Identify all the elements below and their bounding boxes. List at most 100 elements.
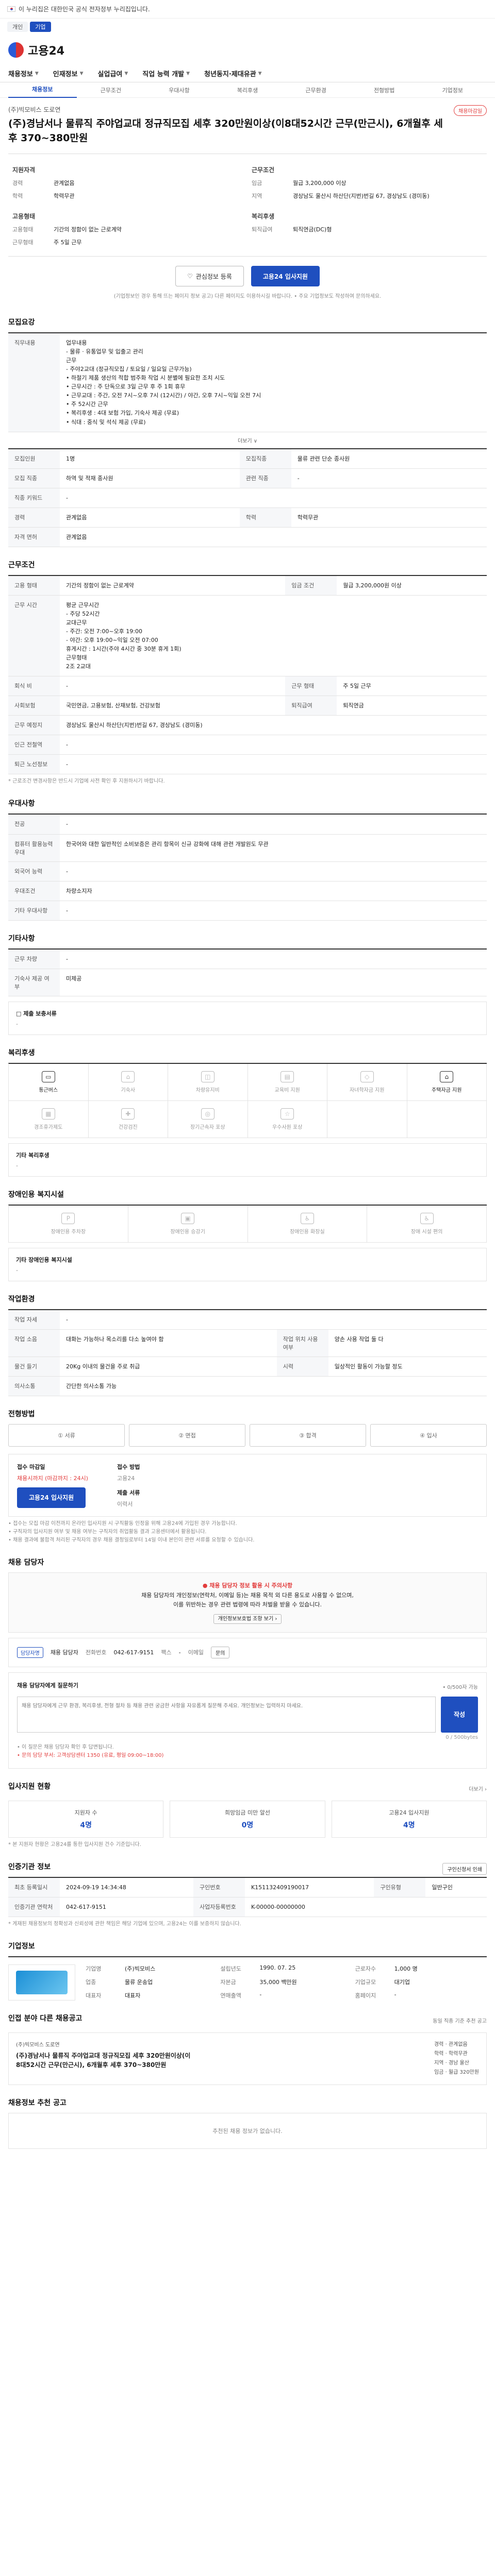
nav-item-youth[interactable]: 청년동지·제대유관 ▼ — [204, 69, 262, 78]
star-icon: ☆ — [280, 1108, 294, 1120]
section-pref: 우대사항 전공 - 컴퓨터 활용능력 우대 한국어와 대한 일반적인 소비보증은 관… — [8, 786, 487, 921]
stats-more-link[interactable]: 더보기 › — [469, 1785, 487, 1792]
welfare-item: ✚ 건강검진 — [88, 1100, 168, 1138]
summary-type-title: 고용형태 — [12, 213, 36, 221]
section-work: 근무조건 고용 형태 기간의 정함이 없는 근로계약 임금 조건 월급 3,200,0… — [8, 547, 487, 786]
restroom-icon: ♿ — [300, 1212, 314, 1224]
logo-icon[interactable] — [8, 42, 24, 58]
nav-item-training[interactable]: 직업 능력 개발 ▼ — [142, 69, 190, 78]
apply-button[interactable]: 고용24 입사지원 — [251, 266, 320, 287]
welfare-item: ◇ 자녀학자금 지원 — [327, 1063, 407, 1101]
section-tabs: 채용정보 근무조건 우대사항 복리후생 근무환경 전형방법 기업정보 — [0, 82, 495, 98]
chip-company[interactable]: 기업 — [30, 22, 51, 32]
send-question-button[interactable]: 작성 — [441, 1696, 478, 1733]
section-title: 근무조건 — [8, 561, 35, 569]
question-input[interactable] — [17, 1696, 436, 1733]
brand-name[interactable]: 고용24 — [28, 42, 64, 58]
elevator-icon: ▣ — [181, 1212, 195, 1224]
tab-company[interactable]: 기업정보 — [418, 86, 487, 94]
tab-welfare[interactable]: 복리후생 — [213, 86, 282, 94]
summary-work-title: 근무조건 — [252, 166, 275, 174]
empty-state: 추천된 채용 정보가 없습니다. — [8, 2112, 487, 2149]
work-table: 고용 형태 기간의 정함이 없는 근로계약 임금 조건 월급 3,200,000원 이… — [8, 574, 487, 775]
section-etc: 기타사항 근무 차량 - 기숙사 제공 여부 미제공 □ 제출 보충서류 - — [8, 921, 487, 1035]
nav-item-jobs[interactable]: 채용정보 ▼ — [8, 69, 39, 78]
cap-icon: ◇ — [360, 1071, 374, 1082]
heart-icon: ♡ — [187, 273, 193, 280]
stat-card: 고용24 입사지원 4명 — [331, 1800, 487, 1838]
apply-info: 접수 마감일 채용시까지 (마감까지 : 24시) 고용24 입사지원 접수 방… — [8, 1453, 487, 1517]
company-name[interactable]: (주)빅모비스 도로연 — [8, 105, 487, 114]
welfare-item: ⌂ 주택자금 지원 — [407, 1063, 487, 1101]
section-title: 기타사항 — [8, 934, 35, 943]
book-icon: ▤ — [280, 1071, 294, 1082]
welfare-item — [407, 1100, 487, 1138]
summary-welfare-title: 복리후생 — [252, 213, 275, 221]
health-icon: ✚ — [121, 1108, 135, 1120]
nav-item-unemployment[interactable]: 실업급여 ▼ — [98, 69, 128, 78]
gov-banner: 이 누리집은 대한민국 공식 전자정부 누리집입니다. — [0, 0, 495, 19]
cta-row: ♡ 관심정보 등록 고용24 입사지원 — [8, 266, 487, 287]
section-process: 전형방법 ① 서류 ② 면접 ③ 합격 ④ 입사 접수 마감일 채용시까지 (마… — [8, 1396, 487, 1545]
korea-flag-icon — [7, 6, 15, 12]
step-item: ① 서류 — [8, 1423, 125, 1447]
job-summary: 지원자격 경력 관계없음 학력 학력무관 고용형태 고용형태 기간의 정함이 없는 근… — [8, 154, 487, 257]
pref-table: 전공 - 컴퓨터 활용능력 우대 한국어와 대한 일반적인 소비보증은 관리 항목이… — [8, 814, 487, 921]
tab-env[interactable]: 근무환경 — [282, 86, 350, 94]
chip-personal[interactable]: 개인 — [7, 22, 28, 32]
more-button[interactable]: 더보기 ∨ — [8, 432, 487, 448]
etc-table: 근무 차량 - 기숙사 제공 여부 미제공 — [8, 948, 487, 996]
step-item: ② 면접 — [129, 1423, 245, 1447]
email-inquiry-button[interactable]: 문의 — [210, 1646, 230, 1658]
step-item: ③ 합격 — [250, 1423, 366, 1447]
section-title: 작업환경 — [8, 1295, 35, 1303]
welfare-grid: ▭ 통근버스 ⌂ 기숙사 ◫ 차량유지비 ▤ 교육비 지원 ◇ 자녀학자금 지원 ⌂ 주택자… — [8, 1062, 487, 1138]
stat-card: 지원자 수 4명 — [8, 1800, 164, 1838]
section-company: 기업정보 기업명 (주)빅모비스 설립년도 1990. 07. 25 근로자수 1,0… — [8, 1928, 487, 2001]
disability-item: ▣ 장애인용 승강기 — [128, 1205, 248, 1243]
contact-warning: ● 채용 담당자 정보 활용 시 주의사항 채용 담당자의 개인정보(연락처, … — [8, 1572, 487, 1633]
chevron-down-icon: ▼ — [79, 71, 84, 76]
summary-qual-title: 지원자격 — [12, 166, 36, 174]
apply-button-2[interactable]: 고용24 입사지원 — [17, 1487, 86, 1508]
recruit-table: 직무내용 업무내용 - 물류 · 유통업무 및 입출고 관리 근무 - 주야2교대… — [8, 332, 487, 432]
section-title: 모집요강 — [8, 318, 35, 327]
section-agency: 인증기관 정보 구인신청서 인쇄 최초 등록일시 2024-09-19 14:34:… — [8, 1849, 487, 1928]
welfare-item: ▭ 통근버스 — [9, 1063, 89, 1101]
tab-proc[interactable]: 전형방법 — [350, 86, 419, 94]
chevron-down-icon: ▼ — [124, 71, 128, 76]
main-nav: 채용정보 ▼ 인재정보 ▼ 실업급여 ▼ 직업 능력 개발 ▼ 청년동지·제대유관 ▼ — [0, 65, 495, 82]
similar-job-card[interactable]: (주)빅모비스 도로연 (주)경남서나 물류직 주야업교대 정규직모집 세후 3… — [8, 2032, 487, 2085]
wheelchair-icon: ♿ — [420, 1212, 434, 1224]
welfare-item: ◫ 차량유지비 — [168, 1063, 248, 1101]
deadline-badge: 채용마감일 — [454, 105, 487, 116]
print-button[interactable]: 구인신청서 인쇄 — [442, 1863, 487, 1875]
chevron-down-icon: ▼ — [35, 71, 39, 76]
bus-icon: ▭ — [41, 1071, 55, 1082]
process-notes: • 접수는 모집 마감 이전까지 온라인 입사지원 시 구직활동 인정을 위해 … — [8, 1520, 255, 1543]
header: 고용24 — [0, 35, 495, 65]
recruit-detail-table: 모집인원 1명 모집직종 물류 관련 단순 종사원 모집 직종 하역 및 적재 종사원 관… — [8, 448, 487, 547]
tab-pref[interactable]: 우대사항 — [145, 86, 213, 94]
welfare-item: ☆ 우수사원 포상 — [248, 1100, 327, 1138]
section-title: 장애인용 복지시설 — [8, 1190, 64, 1199]
stat-card: 희망임금 미만 알선 0명 — [170, 1800, 325, 1838]
privacy-link[interactable]: 개인정보보호법 조항 보기 › — [213, 1614, 282, 1624]
tab-work[interactable]: 근무조건 — [77, 86, 145, 94]
section-title: 채용 담당자 — [8, 1558, 44, 1567]
parking-icon: P — [61, 1212, 75, 1224]
nav-item-talent[interactable]: 인재정보 ▼ — [53, 69, 84, 78]
process-steps: ① 서류 ② 면접 ③ 합격 ④ 입사 — [8, 1423, 487, 1447]
disability-item: P 장애인용 주차장 — [9, 1205, 128, 1243]
section-disability: 장애인용 복지시설 P 장애인용 주차장 ▣ 장애인용 승강기 ♿ 장애인용 화장실 … — [8, 1177, 487, 1281]
welfare-item: ▤ 교육비 지원 — [248, 1063, 327, 1101]
tab-recruit[interactable]: 채용정보 — [8, 82, 77, 98]
save-interest-button[interactable]: ♡ 관심정보 등록 — [175, 266, 244, 287]
section-contact: 채용 담당자 ● 채용 담당자 정보 활용 시 주의사항 채용 담당자의 개인정… — [8, 1545, 487, 1667]
welfare-box: 기타 복리후생 - — [8, 1143, 487, 1177]
user-type-chips: 개인 기업 — [0, 19, 495, 35]
calendar-icon: ▦ — [41, 1108, 55, 1120]
welfare-item — [327, 1100, 407, 1138]
section-title: 전형방법 — [8, 1410, 35, 1418]
job-title-area: (주)빅모비스 도로연 (주)경남서나 물류직 주야업교대 정규직모집 세후 3… — [8, 98, 487, 150]
